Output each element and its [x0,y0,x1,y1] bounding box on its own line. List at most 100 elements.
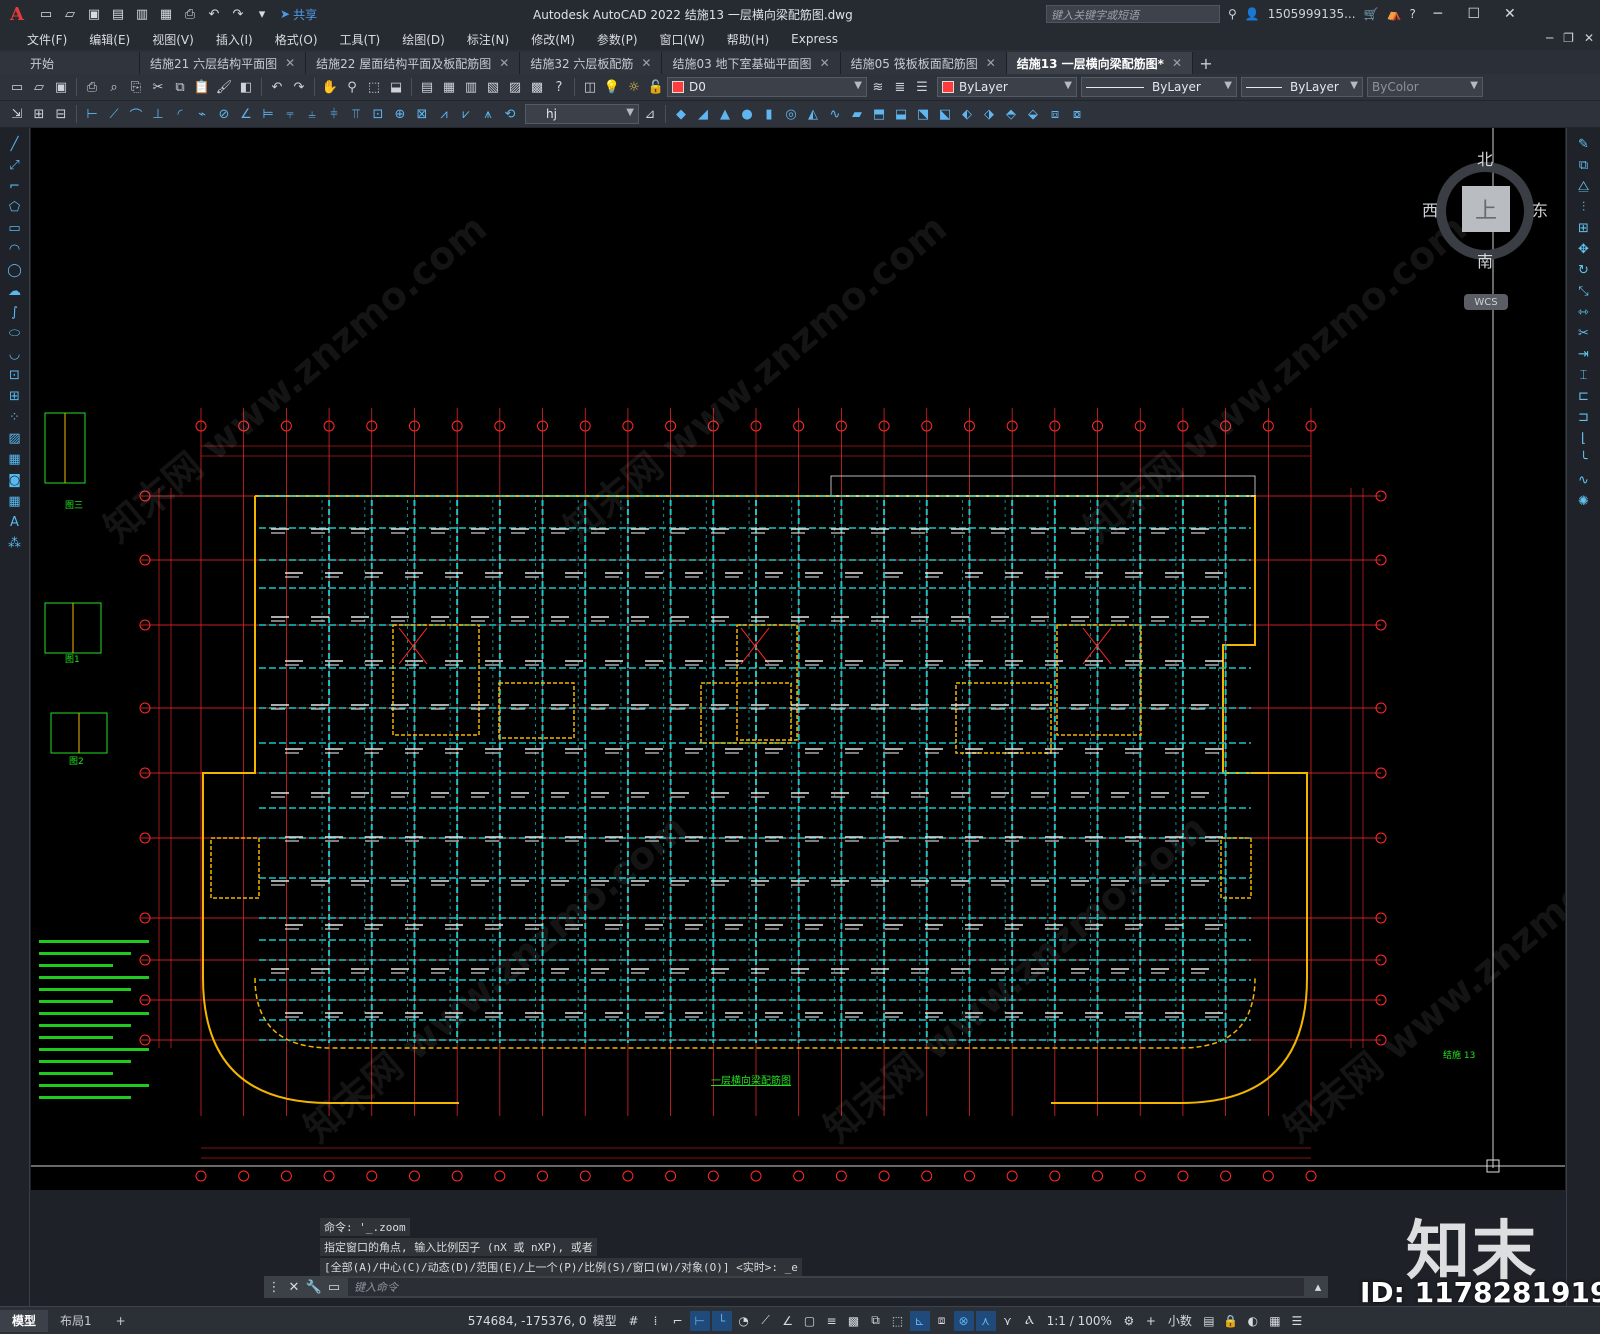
linetype-dropdown[interactable]: ByLayer ▼ [1081,77,1237,97]
tab-file-active[interactable]: 结施13 一层横向梁配筋图* ✕ [1006,52,1193,74]
dynamic-input-icon[interactable]: ⊢ [689,1310,710,1331]
menu-format[interactable]: 格式(O) [264,31,329,48]
menu-help[interactable]: 帮助(H) [716,31,780,48]
jogged-dimension-icon[interactable]: ⌁ [192,104,212,124]
tool-palettes-icon[interactable]: ▥ [461,77,481,97]
selection-cycling-icon[interactable]: ⧉ [866,1311,886,1331]
viewcube[interactable]: 上 北 南 西 东 [1422,150,1548,271]
cone-icon[interactable]: ▲ [715,104,735,124]
menu-draw[interactable]: 绘图(D) [391,31,456,48]
save-web-icon[interactable]: ▦ [156,4,176,24]
search-icon[interactable]: ⚲ [1228,7,1237,21]
dimension-space-icon[interactable]: ⫩ [324,104,344,124]
grid-icon[interactable]: # [624,1311,644,1331]
layer-dropdown[interactable]: D0 ▼ [667,77,867,97]
array-icon[interactable]: ⊞ [1573,218,1595,239]
layer-lock-icon[interactable]: 🔓 [646,77,666,97]
trim-icon[interactable]: ✂ [1573,323,1595,344]
menu-dimension[interactable]: 标注(N) [456,31,520,48]
multiline-text-icon[interactable]: A [4,512,26,533]
block-editor-icon[interactable]: ◧ [236,77,256,97]
loft-icon[interactable]: ⬖ [957,104,977,124]
angular-dimension-icon[interactable]: ∠ [236,104,256,124]
quick-select-icon[interactable]: ⊞ [29,104,49,124]
gradient-icon[interactable]: ▦ [4,449,26,470]
dimension-break-icon[interactable]: ⫪ [346,104,366,124]
cart-icon[interactable]: 🛒 [1364,7,1379,21]
rectangle-icon[interactable]: ▭ [4,218,26,239]
compass-west[interactable]: 西 [1422,197,1438,221]
close-tab-icon[interactable]: ✕ [285,56,295,70]
redo-icon[interactable]: ↷ [289,77,309,97]
doc-minimize-icon[interactable]: ─ [1546,31,1553,45]
menu-tools[interactable]: 工具(T) [329,31,392,48]
break-icon[interactable]: ⊏ [1573,386,1595,407]
quick-dimension-icon[interactable]: ⊨ [258,104,278,124]
tolerance-icon[interactable]: ⊡ [368,104,388,124]
blend-curves-icon[interactable]: ∿ [1573,470,1595,491]
table-icon[interactable]: ▦ [4,491,26,512]
union-icon[interactable]: ⬗ [979,104,999,124]
annotation-scale-value[interactable]: 1:1 / 100% [1047,1314,1112,1328]
chamfer-icon[interactable]: ⌊ [1573,428,1595,449]
offset-icon[interactable]: ⫶ [1573,197,1595,218]
ortho-mode-icon[interactable]: └ [711,1310,732,1331]
polygon-icon[interactable]: ⬠ [4,197,26,218]
color-dropdown[interactable]: ByLayer ▼ [937,77,1077,97]
autodesk-account-icon[interactable]: ⛺ [1387,7,1402,21]
drawing-canvas[interactable]: 图三 图1 图2 一层横向梁配筋图 结施 13 知末网 www.znzmo.com 知末… [31,128,1565,1190]
slice-icon[interactable]: ⧈ [1045,104,1065,124]
recent-commands-icon[interactable]: ▭ [324,1277,344,1297]
hardware-acceleration-icon[interactable]: ▦ [1265,1311,1285,1331]
plotstyle-dropdown[interactable]: ByColor ▼ [1367,77,1483,97]
help-icon[interactable]: ? [1409,7,1415,21]
publish-icon[interactable]: ⎘ [126,77,146,97]
properties-icon[interactable]: ▤ [417,77,437,97]
close-tab-icon[interactable]: ✕ [986,56,996,70]
subtract-icon[interactable]: ⬘ [1001,104,1021,124]
explode-icon[interactable]: ✺ [1573,491,1595,512]
menu-file[interactable]: 文件(F) [16,31,78,48]
new-icon[interactable]: ▭ [7,77,27,97]
tab-file[interactable]: 结施05 筏板板面配筋图 ✕ [840,52,1007,74]
wedge-icon[interactable]: ◢ [693,104,713,124]
insert-block-icon[interactable]: ⊡ [4,365,26,386]
ordinate-dimension-icon[interactable]: ⊥ [148,104,168,124]
isolate-objects-icon[interactable]: ◐ [1243,1311,1263,1331]
compass-south[interactable]: 南 [1477,248,1493,272]
add-selected-icon[interactable]: ⁂ [4,533,26,554]
tab-file[interactable]: 结施03 地下室基础平面图 ✕ [662,52,841,74]
units-value[interactable]: 小数 [1168,1312,1192,1329]
command-input[interactable]: 键入命令 [348,1278,1304,1296]
plot-preview-icon[interactable]: ⌕ [104,77,124,97]
spline-icon[interactable]: ∫ [4,302,26,323]
line-icon[interactable]: ╱ [4,134,26,155]
tab-start[interactable]: 开始 [0,52,140,74]
presspull-icon[interactable]: ⬓ [891,104,911,124]
markup-icon[interactable]: ▨ [505,77,525,97]
autocad-logo-icon[interactable]: A [0,0,34,28]
doc-restore-icon[interactable]: ❐ [1563,31,1574,45]
menu-view[interactable]: 视图(V) [141,31,205,48]
aligned-dimension-icon[interactable]: ⟋ [104,104,124,124]
baseline-dimension-icon[interactable]: ⫧ [280,104,300,124]
center-mark-icon[interactable]: ⊕ [390,104,410,124]
circle-icon[interactable]: ◯ [4,260,26,281]
help-icon[interactable]: ? [549,77,569,97]
point-icon[interactable]: ⁘ [4,407,26,428]
cylinder-icon[interactable]: ▮ [759,104,779,124]
ellipse-icon[interactable]: ⬭ [4,323,26,344]
planar-surface-icon[interactable]: ▰ [847,104,867,124]
paste-icon[interactable]: 📋 [192,77,212,97]
compass-north[interactable]: 北 [1477,146,1493,170]
layer-states-icon[interactable]: ☰ [912,77,932,97]
save-icon[interactable]: ▣ [51,77,71,97]
break-at-point-icon[interactable]: ⌶ [1573,365,1595,386]
region-icon[interactable]: ◙ [4,470,26,491]
viewcube-top-face[interactable]: 上 [1462,186,1510,232]
dynamic-ucs-icon[interactable]: ⊾ [909,1310,930,1331]
save-icon[interactable]: ▣ [84,4,104,24]
cut-icon[interactable]: ✂ [148,77,168,97]
close-tab-icon[interactable]: ✕ [499,56,509,70]
share-button[interactable]: ➤ 共享 [280,6,317,23]
